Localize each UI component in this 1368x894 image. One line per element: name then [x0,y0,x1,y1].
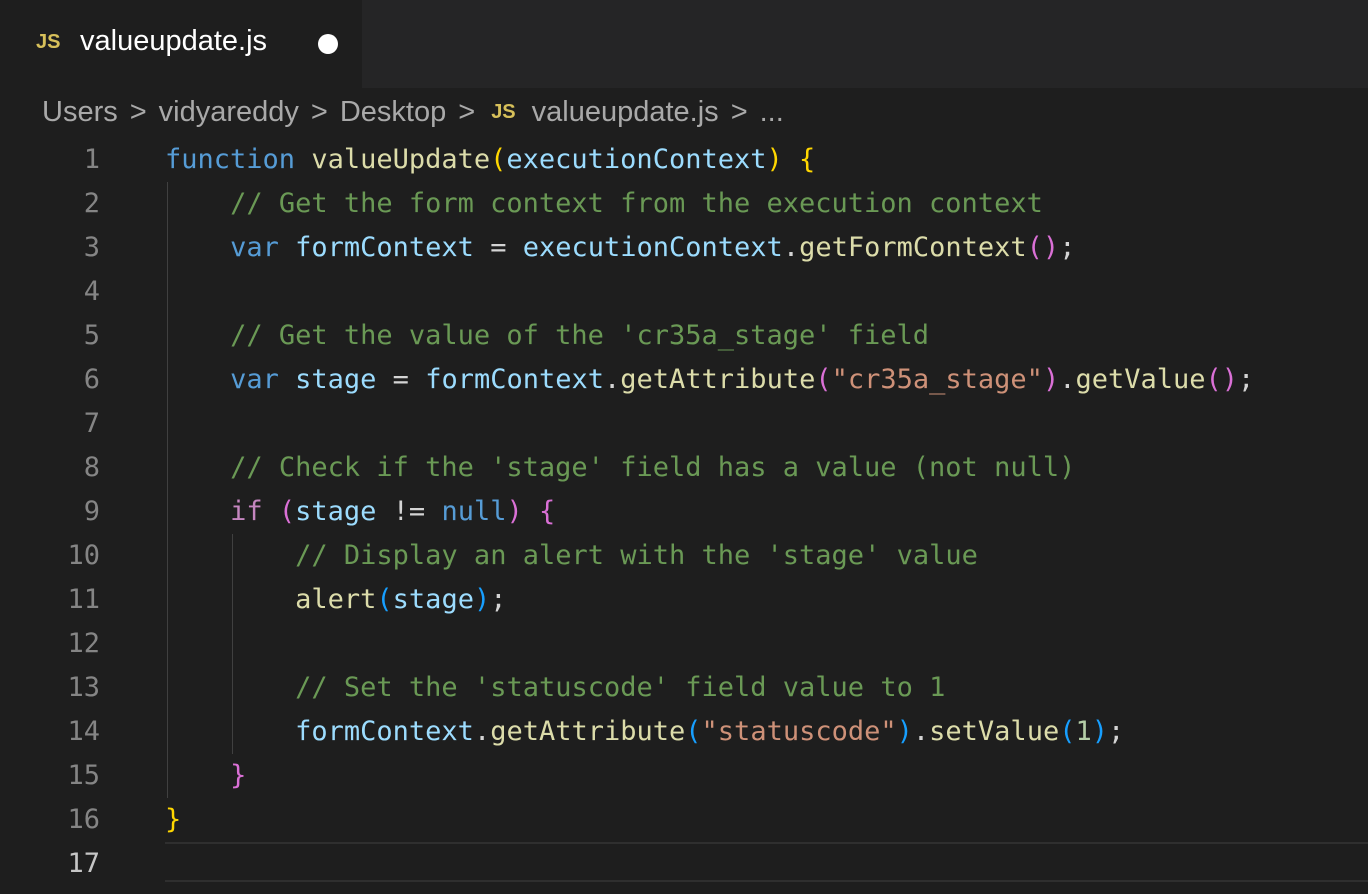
line-number: 2 [83,188,100,219]
line-number: 7 [83,408,100,439]
line-number: 13 [67,672,100,703]
code-line[interactable]: 12 [0,622,1368,666]
code-line[interactable]: 5 // Get the value of the 'cr35a_stage' … [0,314,1368,358]
code-text: function valueUpdate(executionContext) { [165,144,816,175]
chevron-right-icon: > [129,95,147,128]
code-line[interactable]: 15 } [0,754,1368,798]
breadcrumb-item-desktop[interactable]: Desktop [340,96,446,129]
code-line[interactable]: 9 if (stage != null) { [0,490,1368,534]
code-line[interactable]: 6 var stage = formContext.getAttribute("… [0,358,1368,402]
code-editor[interactable]: 1 function valueUpdate(executionContext) … [0,138,1368,894]
unsaved-changes-dot-icon[interactable] [318,34,338,54]
code-text: var stage = formContext.getAttribute("cr… [230,364,1255,395]
code-line[interactable]: 16} [0,798,1368,842]
code-line[interactable]: 3 var formContext = executionContext.get… [0,226,1368,270]
javascript-file-icon: JS [491,100,516,123]
line-number: 4 [83,276,100,307]
code-line[interactable]: 14 formContext.getAttribute("statuscode"… [0,710,1368,754]
code-text: // Get the form context from the executi… [230,188,1043,219]
code-text: if (stage != null) { [230,496,556,527]
code-text: formContext.getAttribute("statuscode").s… [295,716,1125,747]
line-number: 17 [67,848,100,879]
code-text: // Display an alert with the 'stage' val… [295,540,978,571]
line-number: 12 [67,628,100,659]
breadcrumb: Users > vidyareddy > Desktop > JS valueu… [42,92,784,132]
line-number: 9 [83,496,100,527]
breadcrumb-item-vidyareddy[interactable]: vidyareddy [159,96,299,129]
chevron-right-icon: > [310,95,328,128]
line-number: 1 [83,144,100,175]
code-line[interactable]: 8 // Check if the 'stage' field has a va… [0,446,1368,490]
line-number: 8 [83,452,100,483]
chevron-right-icon: > [458,95,476,128]
line-number: 16 [67,804,100,835]
breadcrumb-item-symbols[interactable]: ... [760,96,784,129]
code-text: var formContext = executionContext.getFo… [230,232,1076,263]
tab-label: valueupdate.js [80,25,268,57]
line-number: 15 [67,760,100,791]
code-line[interactable]: 11 alert(stage); [0,578,1368,622]
code-line[interactable]: 13 // Set the 'statuscode' field value t… [0,666,1368,710]
code-line[interactable]: 1 function valueUpdate(executionContext) … [0,138,1368,182]
javascript-file-icon: JS [36,31,61,53]
chevron-right-icon: > [730,95,748,128]
indent-guide [167,182,168,798]
line-number: 14 [67,716,100,747]
indent-guide [232,534,233,754]
code-text: // Get the value of the 'cr35a_stage' fi… [230,320,930,351]
code-text: } [165,804,182,835]
code-text: // Set the 'statuscode' field value to 1 [295,672,946,703]
editor-tab-valueupdate[interactable]: JS valueupdate.js [0,0,362,88]
breadcrumb-item-users[interactable]: Users [42,96,118,129]
line-number: 6 [83,364,100,395]
code-text: } [230,760,247,791]
code-line[interactable]: 10 // Display an alert with the 'stage' … [0,534,1368,578]
line-number: 11 [67,584,100,615]
breadcrumb-item-file[interactable]: valueupdate.js [532,96,719,129]
code-text: // Check if the 'stage' field has a valu… [230,452,1076,483]
code-line[interactable]: 4 [0,270,1368,314]
code-text: alert(stage); [295,584,507,615]
tab-bar: JS valueupdate.js [0,0,1368,88]
line-number: 10 [67,540,100,571]
code-line[interactable]: 7 [0,402,1368,446]
line-number: 5 [83,320,100,351]
line-number: 3 [83,232,100,263]
code-line[interactable]: 17 [0,842,1368,886]
code-line[interactable]: 2 // Get the form context from the execu… [0,182,1368,226]
